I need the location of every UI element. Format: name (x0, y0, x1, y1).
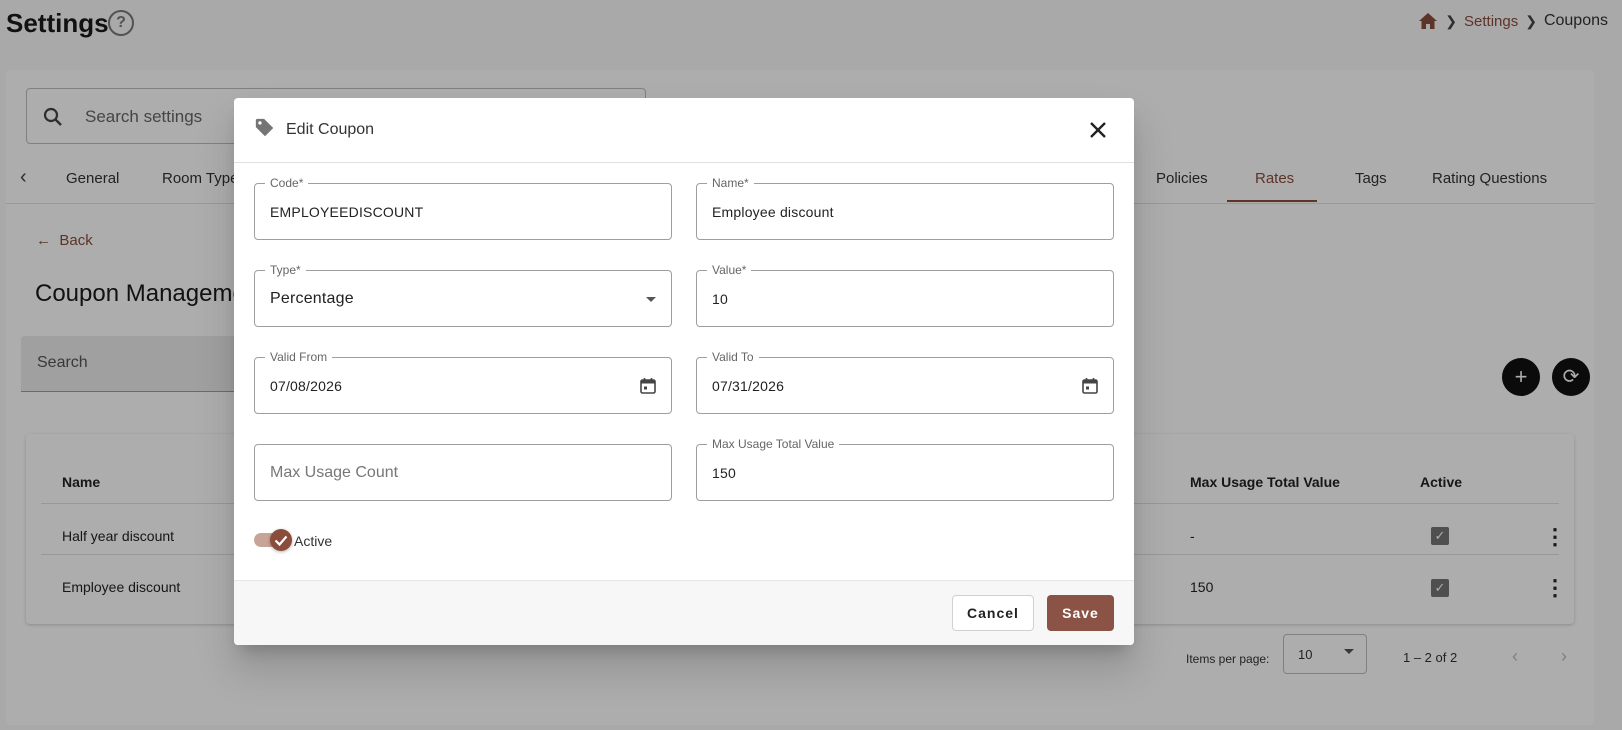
max-usage-total-value-label: Max Usage Total Value (707, 437, 840, 451)
value-value: 10 (712, 291, 728, 307)
type-label: Type* (265, 263, 306, 277)
calendar-icon[interactable] (639, 377, 657, 395)
valid-from-field[interactable]: Valid From 07/08/2026 (254, 350, 672, 414)
valid-to-label: Valid To (707, 350, 759, 364)
dialog-header: Edit Coupon (234, 98, 1134, 163)
valid-from-value: 07/08/2026 (270, 378, 343, 394)
tag-icon (255, 118, 274, 137)
max-usage-total-value-value: 150 (712, 465, 736, 481)
type-value: Percentage (270, 290, 354, 307)
value-field[interactable]: Value* 10 (696, 263, 1114, 327)
calendar-icon[interactable] (1081, 377, 1099, 395)
valid-to-value: 07/31/2026 (712, 378, 785, 394)
active-toggle-label: Active (294, 533, 333, 549)
code-label: Code* (265, 176, 309, 190)
code-field[interactable]: Code* EMPLOYEEDISCOUNT (254, 176, 672, 240)
max-usage-count-placeholder: Max Usage Count (270, 464, 399, 481)
edit-coupon-dialog: Edit Coupon Code* EMPLOYEEDISCOUNT Name*… (234, 98, 1134, 645)
name-field[interactable]: Name* Employee discount (696, 176, 1114, 240)
check-icon (274, 535, 288, 547)
cancel-button[interactable]: Cancel (952, 595, 1034, 631)
max-usage-total-value-field[interactable]: Max Usage Total Value 150 (696, 437, 1114, 501)
save-button[interactable]: Save (1047, 595, 1114, 631)
dialog-title: Edit Coupon (286, 121, 375, 138)
close-icon[interactable] (1086, 118, 1110, 142)
valid-from-label: Valid From (265, 350, 333, 364)
dialog-footer: Cancel Save (234, 580, 1134, 645)
max-usage-count-field[interactable]: Max Usage Count (254, 444, 672, 501)
name-label: Name* (707, 176, 754, 190)
code-value: EMPLOYEEDISCOUNT (270, 204, 424, 220)
type-select[interactable]: Type* Percentage (254, 263, 672, 327)
valid-to-field[interactable]: Valid To 07/31/2026 (696, 350, 1114, 414)
toggle-knob (270, 529, 292, 551)
value-label: Value* (707, 263, 752, 277)
name-value: Employee discount (712, 204, 834, 220)
active-toggle[interactable] (254, 529, 292, 551)
dropdown-arrow-icon (646, 297, 656, 302)
